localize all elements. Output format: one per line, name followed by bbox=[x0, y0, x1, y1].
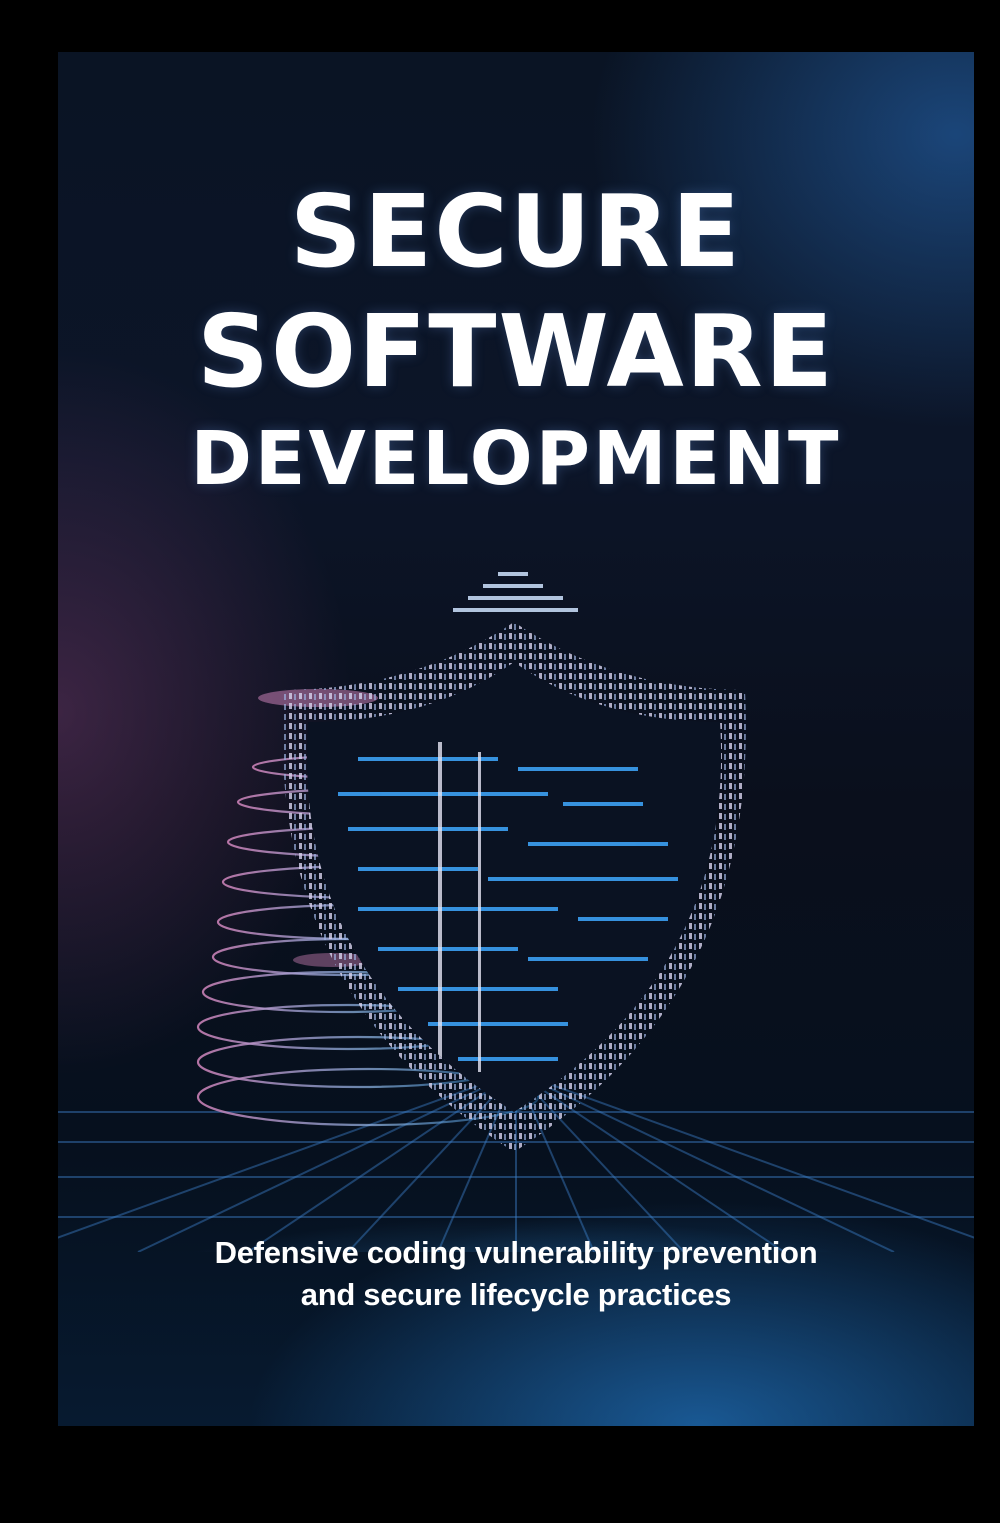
title-line-3: DEVELOPMENT bbox=[190, 416, 842, 502]
subtitle-line-2: and secure lifecycle practices bbox=[300, 1277, 732, 1313]
binary-crest bbox=[453, 572, 578, 612]
title-line-2: SOFTWARE bbox=[196, 293, 836, 410]
title-line-1: SECURE bbox=[289, 173, 743, 290]
subtitle-line-1: Defensive coding vulnerability preventio… bbox=[214, 1235, 818, 1270]
binary-shield-icon bbox=[58, 572, 974, 1252]
subtitle: Defensive coding vulnerability preventio… bbox=[58, 1232, 974, 1316]
book-cover: SECURE SOFTWARE DEVELOPMENT Defensive co… bbox=[58, 52, 974, 1426]
